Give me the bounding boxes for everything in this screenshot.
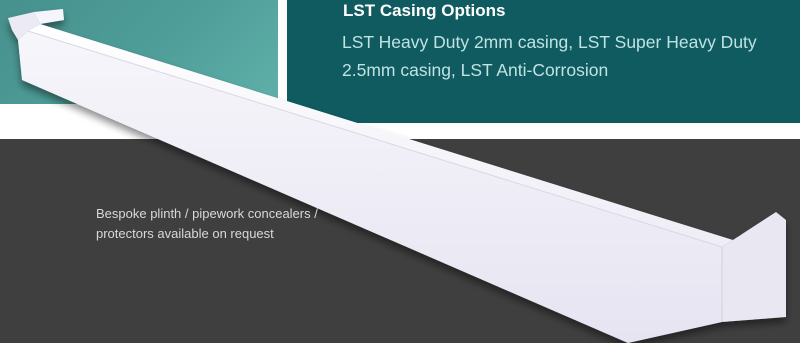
product-banner: LST Casing Options LST Heavy Duty 2mm ca… bbox=[0, 0, 800, 343]
casing-options-title: LST Casing Options bbox=[343, 1, 506, 20]
casing-options-description: LST Heavy Duty 2mm casing, LST Super Hea… bbox=[342, 32, 757, 80]
teal-background-tile bbox=[0, 0, 278, 104]
plinth-request-text: Bespoke plinth / pipework concealers / p… bbox=[96, 206, 318, 241]
